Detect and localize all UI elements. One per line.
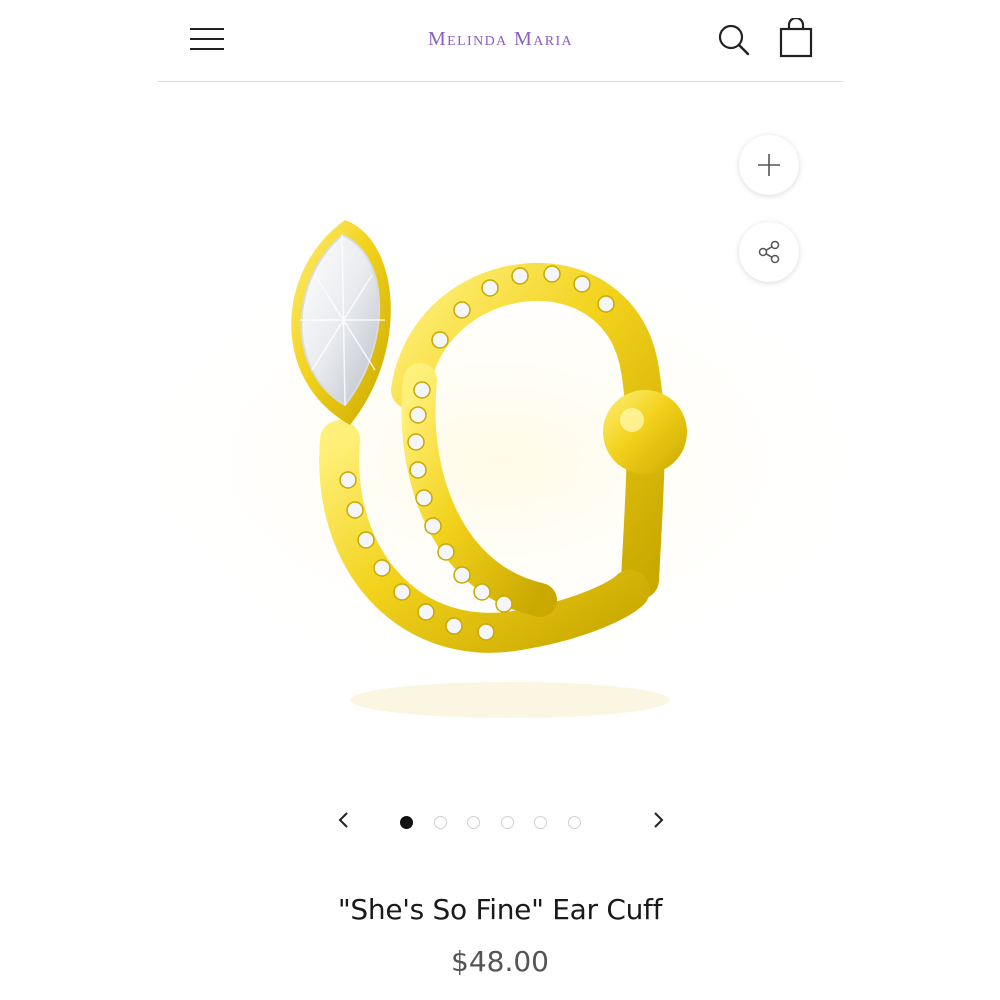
chevron-left-icon bbox=[338, 812, 348, 828]
previous-image-button[interactable] bbox=[330, 806, 358, 834]
image-carousel-nav bbox=[330, 800, 670, 844]
carousel-dots bbox=[400, 816, 581, 832]
search-icon bbox=[718, 24, 750, 56]
carousel-dot-4[interactable] bbox=[500, 816, 514, 829]
shopping-bag-icon bbox=[779, 16, 813, 58]
search-button[interactable] bbox=[716, 22, 752, 58]
zoom-button[interactable] bbox=[739, 135, 799, 195]
product-price: $48.00 bbox=[451, 945, 549, 978]
carousel-dot-1[interactable] bbox=[400, 816, 413, 829]
product-title: "She's So Fine" Ear Cuff bbox=[337, 893, 663, 926]
carousel-dot-5[interactable] bbox=[534, 816, 547, 829]
chevron-right-icon bbox=[654, 812, 664, 828]
carousel-dot-6[interactable] bbox=[567, 816, 581, 829]
next-image-button[interactable] bbox=[644, 806, 672, 834]
share-button[interactable] bbox=[739, 222, 799, 282]
plus-icon bbox=[758, 154, 780, 176]
carousel-dot-2[interactable] bbox=[433, 816, 447, 829]
share-icon bbox=[758, 240, 780, 264]
carousel-dot-3[interactable] bbox=[467, 816, 480, 829]
site-header: Melinda Maria bbox=[158, 0, 843, 82]
cart-button[interactable] bbox=[778, 16, 814, 58]
